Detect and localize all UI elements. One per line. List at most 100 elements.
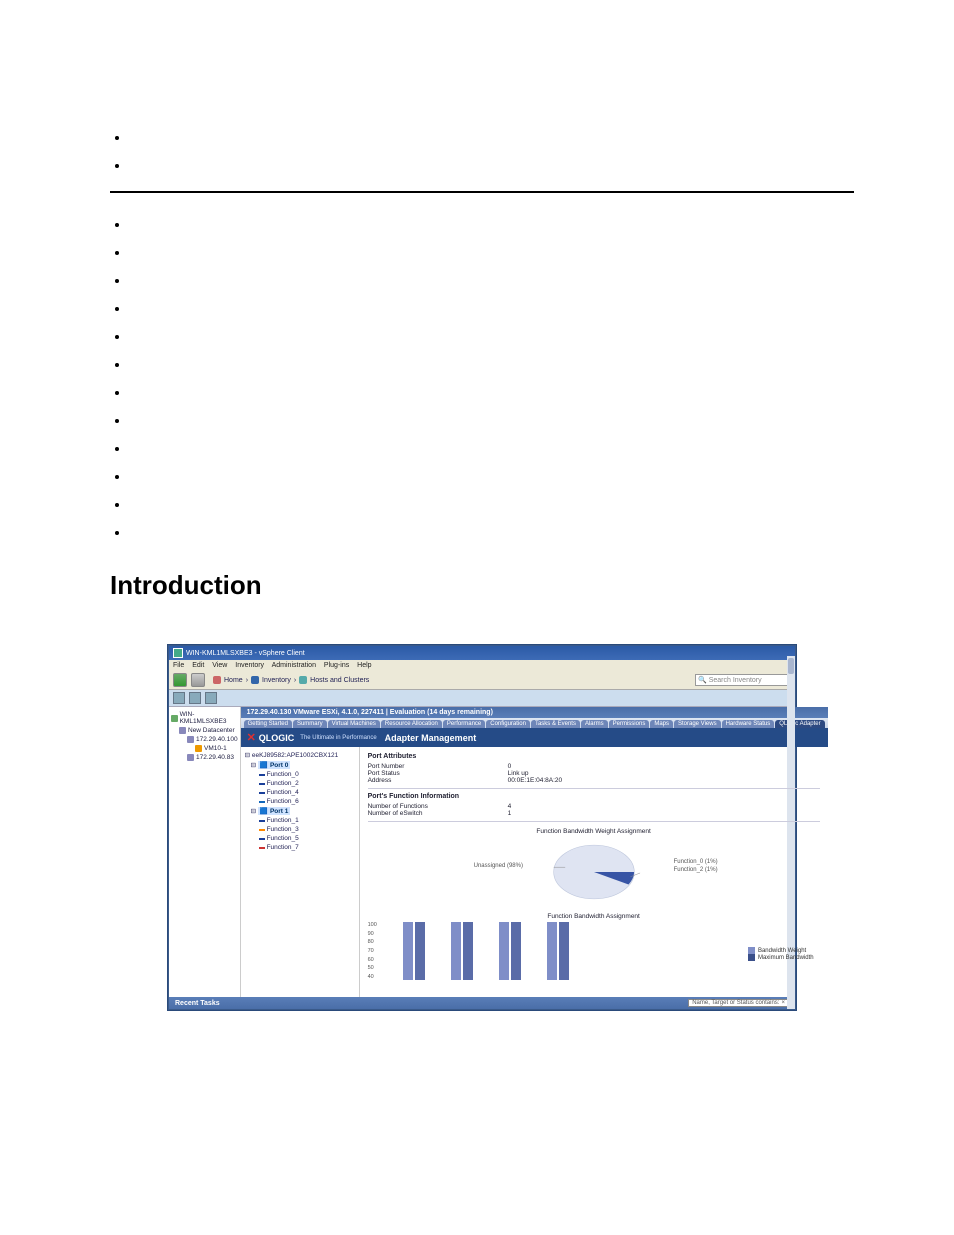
menu-administration[interactable]: Administration — [272, 662, 316, 669]
adapter-function[interactable]: Function_6 — [245, 797, 355, 806]
tab-qlogic-adapter[interactable]: QLogic Adapter — [775, 720, 824, 728]
nic-icon — [259, 820, 265, 822]
nic-icon — [259, 774, 265, 776]
bar-group — [543, 922, 573, 980]
bullet: . — [130, 329, 854, 344]
toolbar-button[interactable] — [205, 692, 217, 704]
menu-plugins[interactable]: Plug-ins — [324, 662, 349, 669]
adapter-tree[interactable]: ⊟ eeKJ89582:APE1002CBX121 ⊟ 🟦Port 0 Func… — [241, 747, 360, 997]
menu-edit[interactable]: Edit — [192, 662, 204, 669]
toolbar-button[interactable] — [173, 692, 185, 704]
legend-swatch-icon — [748, 954, 755, 961]
pie-label-functions: Function_0 (1%) Function_2 (1%) — [674, 859, 718, 875]
tab-tasks-events[interactable]: Tasks & Events — [531, 720, 580, 728]
host-icon — [187, 754, 194, 761]
breadcrumb[interactable]: Home › Inventory › Hosts and Clusters — [213, 676, 369, 684]
bar-group — [447, 922, 477, 980]
bullet: . — [130, 301, 854, 316]
bc-hosts[interactable]: Hosts and Clusters — [310, 677, 369, 684]
tree-root[interactable]: WIN-KML1MLSXBE3 — [171, 710, 238, 726]
search-input[interactable]: 🔍 Search Inventory — [695, 674, 791, 686]
menu-file[interactable]: File — [173, 662, 184, 669]
adapter-port[interactable]: ⊟ 🟦Port 1 — [245, 806, 355, 816]
brand-bar: ✕ QLOGIC The Ultimate in Performance Ada… — [241, 728, 828, 747]
search-placeholder: Search Inventory — [709, 677, 762, 684]
tab-virtual-machines[interactable]: Virtual Machines — [328, 720, 380, 728]
adapter-function[interactable]: Function_7 — [245, 843, 355, 852]
bullet: . — [130, 385, 854, 400]
nav-forward-button[interactable] — [191, 673, 205, 687]
tree-host[interactable]: 172.29.40.100 — [171, 735, 238, 744]
tree-datacenter[interactable]: New Datacenter — [171, 726, 238, 735]
home-icon[interactable] — [213, 676, 221, 684]
nic-icon — [259, 829, 265, 831]
bar-chart — [379, 922, 573, 980]
recent-tasks-label: Recent Tasks — [175, 1000, 220, 1007]
attr-row: Number of Functions4 — [368, 803, 820, 810]
adapter-function[interactable]: Function_1 — [245, 816, 355, 825]
tab-performance[interactable]: Performance — [443, 720, 485, 728]
adapter-function[interactable]: Function_4 — [245, 788, 355, 797]
menu-bar[interactable]: File Edit View Inventory Administration … — [169, 660, 795, 671]
bar-legend: Bandwidth Weight Maximum Bandwidth — [748, 947, 814, 961]
adapter-function[interactable]: Function_3 — [245, 825, 355, 834]
pie-chart-title: Function Bandwidth Weight Assignment — [368, 828, 820, 835]
secondary-toolbar — [169, 690, 795, 707]
bar-group — [399, 922, 429, 980]
bullet: . — [130, 441, 854, 456]
nic-icon — [259, 847, 265, 849]
bar-chart-title: Function Bandwidth Assignment — [368, 913, 820, 920]
nic-icon — [259, 838, 265, 840]
bullet: . — [130, 217, 854, 232]
tab-resource-allocation[interactable]: Resource Allocation — [381, 720, 442, 728]
tabs-row: Getting Started Summary Virtual Machines… — [241, 718, 828, 728]
pane-title: Adapter Management — [385, 733, 477, 743]
adapter-function[interactable]: Function_5 — [245, 834, 355, 843]
attr-row: Number of eSwitch1 — [368, 810, 820, 817]
tab-storage-views[interactable]: Storage Views — [674, 720, 721, 728]
adapter-root[interactable]: ⊟ eeKJ89582:APE1002CBX121 — [245, 750, 355, 760]
section-title: Port's Function Information — [368, 793, 820, 800]
mid-bullet-list: . . . . . . . . . . . . — [130, 217, 854, 540]
section-divider — [110, 191, 854, 193]
logo-mark-icon: ✕ — [247, 731, 256, 744]
menu-help[interactable]: Help — [357, 662, 371, 669]
inventory-tree[interactable]: WIN-KML1MLSXBE3 New Datacenter 172.29.40… — [169, 707, 241, 997]
tab-getting-started[interactable]: Getting Started — [244, 720, 292, 728]
nic-icon — [259, 783, 265, 785]
nav-back-button[interactable] — [173, 673, 187, 687]
bullet: . — [130, 525, 854, 540]
adapter-function[interactable]: Function_2 — [245, 779, 355, 788]
bc-inventory[interactable]: Inventory — [262, 677, 291, 684]
adapter-port[interactable]: ⊟ 🟦Port 0 — [245, 760, 355, 770]
details-pane: Port Attributes Port Number0 Port Status… — [360, 747, 828, 997]
tab-hardware-status[interactable]: Hardware Status — [722, 720, 775, 728]
pie-label-unassigned: Unassigned (98%) — [474, 863, 523, 869]
clear-icon[interactable]: × — [781, 1000, 785, 1006]
adapter-function[interactable]: Function_0 — [245, 770, 355, 779]
menu-inventory[interactable]: Inventory — [235, 662, 264, 669]
brand-tagline: The Ultimate in Performance — [300, 735, 376, 741]
tab-summary[interactable]: Summary — [293, 720, 327, 728]
tree-host[interactable]: 172.29.40.83 — [171, 753, 238, 762]
right-pane: 172.29.40.130 VMware ESXi, 4.1.0, 227411… — [241, 707, 828, 997]
tab-maps[interactable]: Maps — [650, 720, 673, 728]
host-header: 172.29.40.130 VMware ESXi, 4.1.0, 227411… — [241, 707, 828, 718]
app-icon — [173, 648, 183, 658]
tab-alarms[interactable]: Alarms — [581, 720, 608, 728]
toolbar: Home › Inventory › Hosts and Clusters 🔍 … — [169, 671, 795, 690]
bullet: . — [130, 497, 854, 512]
qlogic-logo: ✕ QLOGIC — [247, 731, 295, 744]
window-title-bar: WIN-KML1MLSXBE3 - vSphere Client — [169, 646, 795, 660]
tree-vm[interactable]: VM10-1 — [171, 744, 238, 753]
legend-swatch-icon — [748, 947, 755, 954]
window-title: WIN-KML1MLSXBE3 - vSphere Client — [186, 650, 305, 657]
tasks-filter-input[interactable]: Name, Target or Status contains: × — [688, 999, 789, 1007]
toolbar-button[interactable] — [189, 692, 201, 704]
bc-home[interactable]: Home — [224, 677, 243, 684]
tab-permissions[interactable]: Permissions — [609, 720, 650, 728]
tab-configuration[interactable]: Configuration — [486, 720, 530, 728]
datacenter-icon — [179, 727, 186, 734]
bullet: . — [130, 245, 854, 260]
menu-view[interactable]: View — [212, 662, 227, 669]
